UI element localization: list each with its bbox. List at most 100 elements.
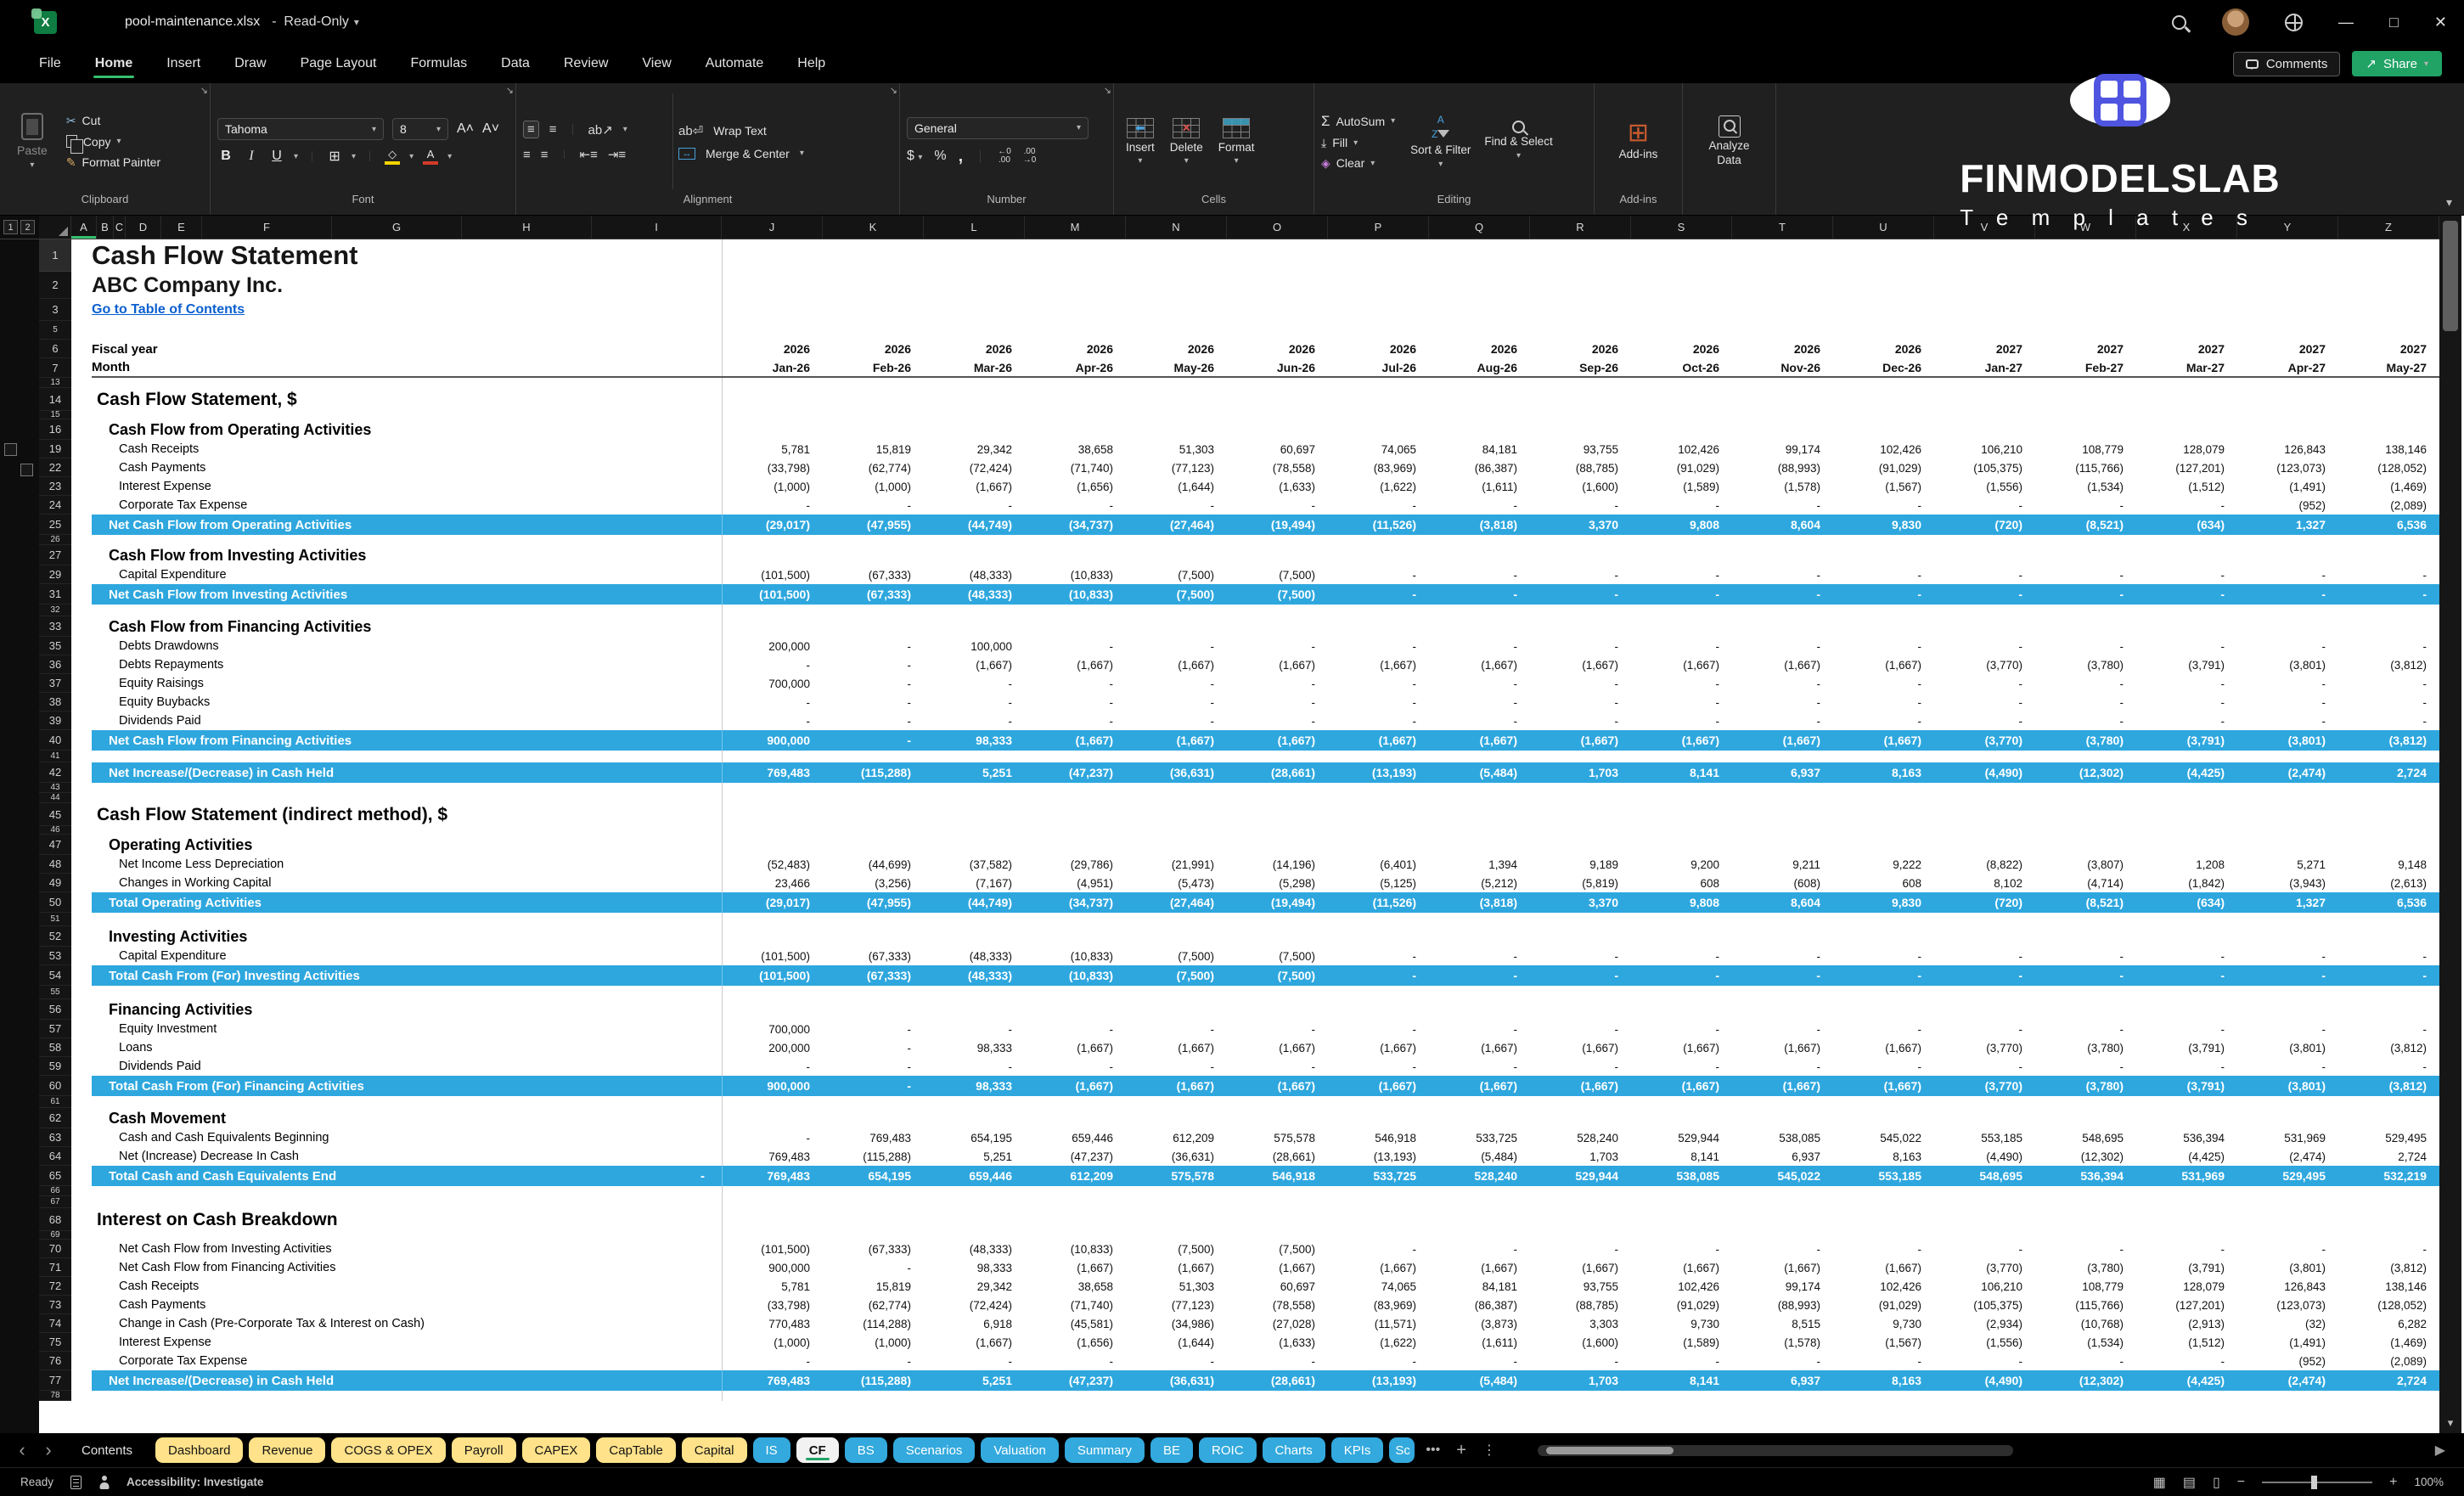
cell[interactable]: 1,394 [1430,855,1531,874]
page-break-view-icon[interactable]: ▯ [2213,1474,2220,1491]
cell[interactable]: 2026 [1127,340,1228,358]
cell[interactable]: (8,521) [2036,892,2137,913]
cell[interactable]: (1,667) [1733,1076,1834,1096]
cell[interactable]: (127,201) [2137,458,2238,477]
cell[interactable]: (78,558) [1228,1296,1329,1314]
cell[interactable]: - [1026,674,1127,693]
font-color-chevron-icon[interactable]: ▾ [447,152,452,161]
cell[interactable]: 533,725 [1329,1166,1430,1186]
row-label[interactable] [92,1231,722,1240]
cell[interactable]: - [925,693,1026,711]
cell[interactable]: (48,333) [925,947,1026,965]
sheet-tab-be[interactable]: BE [1150,1437,1194,1463]
cell[interactable]: - [1430,565,1531,584]
cell[interactable]: 15,819 [824,440,925,458]
cell[interactable]: - [1834,496,1935,515]
cell[interactable]: (1,667) [1026,1258,1127,1277]
insert-cells-button[interactable]: ⬅ Insert ▾ [1121,117,1160,166]
cell[interactable]: 545,022 [1733,1166,1834,1186]
cell[interactable]: - [1531,1240,1632,1258]
cell[interactable]: Feb-27 [2036,358,2137,376]
cell[interactable]: - [2238,965,2339,986]
cell[interactable]: 8,163 [1834,1370,1935,1391]
row-header-57[interactable]: 57 [39,1020,71,1038]
column-header-Z[interactable]: Z [2338,216,2439,239]
cell[interactable]: (3,801) [2238,1258,2339,1277]
cell[interactable]: - [1127,693,1228,711]
cell[interactable]: (34,986) [1127,1314,1228,1333]
search-icon[interactable] [2172,14,2187,30]
decrease-decimal-button[interactable]: .00 →0 [1023,147,1037,166]
cell[interactable]: (10,833) [1026,565,1127,584]
cell[interactable]: 531,969 [2238,1128,2339,1147]
cell[interactable]: 9,222 [1834,855,1935,874]
cell[interactable]: - [2238,1240,2339,1258]
row-label[interactable]: Cash Payments [92,458,722,477]
cell[interactable]: (4,951) [1026,874,1127,892]
cell[interactable]: - [1531,637,1632,655]
format-painter-button[interactable]: ✎ Format Painter [66,155,160,170]
row-label[interactable] [92,913,722,926]
cell[interactable]: 74,065 [1329,1277,1430,1296]
cell[interactable]: 538,085 [1632,1166,1733,1186]
cell[interactable]: - [1632,1020,1733,1038]
cell[interactable]: Jun-26 [1228,358,1329,376]
zoom-out-button[interactable]: − [2237,1475,2245,1490]
row-label[interactable]: Interest on Cash Breakdown [92,1208,722,1231]
cell[interactable]: - [2137,1020,2238,1038]
cell[interactable]: - [1935,947,2036,965]
cell[interactable]: (1,667) [1531,1038,1632,1057]
cell[interactable]: - [2238,674,2339,693]
row-label[interactable] [92,783,722,793]
cell[interactable]: 1,327 [2238,515,2339,535]
cell[interactable]: (3,812) [2339,1076,2439,1096]
row-label[interactable]: Net Cash Flow from Financing Activities [92,1258,722,1277]
cell[interactable]: (62,774) [824,1296,925,1314]
cell[interactable]: 2,724 [2339,1147,2439,1166]
cell[interactable]: (3,780) [2036,1076,2137,1096]
cell[interactable]: 29,342 [925,440,1026,458]
cell[interactable]: 2026 [824,340,925,358]
title-mode-chevron-icon[interactable]: ▾ [354,16,359,28]
cell[interactable]: (105,375) [1935,1296,2036,1314]
cell[interactable]: - [2137,496,2238,515]
cell[interactable]: (1,644) [1127,1333,1228,1352]
cell[interactable]: (1,589) [1632,477,1733,496]
cell[interactable]: (34,737) [1026,515,1127,535]
row-label[interactable]: Equity Buybacks [92,693,722,711]
column-header-U[interactable]: U [1833,216,1934,239]
row-label[interactable]: Loans [92,1038,722,1057]
cell[interactable]: - [1430,693,1531,711]
row-header-5[interactable]: 5 [39,321,71,340]
cell[interactable]: - [2238,1057,2339,1076]
row-header-2[interactable]: 2 [39,272,71,299]
scroll-right-arrow-icon[interactable]: ▶ [2435,1442,2445,1459]
cell[interactable]: (29,786) [1026,855,1127,874]
menu-automate[interactable]: Automate [689,49,780,78]
cell[interactable]: (29,017) [723,515,824,535]
cell[interactable]: 900,000 [723,1076,824,1096]
increase-decimal-button[interactable]: ←0.00 [998,147,1011,166]
cell[interactable]: (1,469) [2339,477,2439,496]
cell[interactable]: - [824,693,925,711]
cell[interactable]: (3,818) [1430,892,1531,913]
vertical-scrollbar-thumb[interactable] [2443,221,2458,331]
cell[interactable]: - [1329,1020,1430,1038]
row-label[interactable]: Dividends Paid [92,1057,722,1076]
cell[interactable]: - [1430,947,1531,965]
cell[interactable]: (3,791) [2137,730,2238,751]
cell[interactable]: (29,017) [723,892,824,913]
cell[interactable]: (72,424) [925,458,1026,477]
cell[interactable]: (4,714) [2036,874,2137,892]
zoom-slider[interactable] [2262,1475,2373,1489]
cell[interactable]: - [1026,693,1127,711]
cell[interactable]: 545,022 [1834,1128,1935,1147]
cell[interactable]: (4,425) [2137,762,2238,783]
cell[interactable]: - [723,1057,824,1076]
sheet-tab-kpis[interactable]: KPIs [1330,1437,1384,1463]
row-label[interactable]: Operating Activities [92,835,722,855]
cell[interactable]: (4,425) [2137,1147,2238,1166]
column-header-J[interactable]: J [722,216,823,239]
cell[interactable]: - [1632,711,1733,730]
cell[interactable]: (47,237) [1026,762,1127,783]
